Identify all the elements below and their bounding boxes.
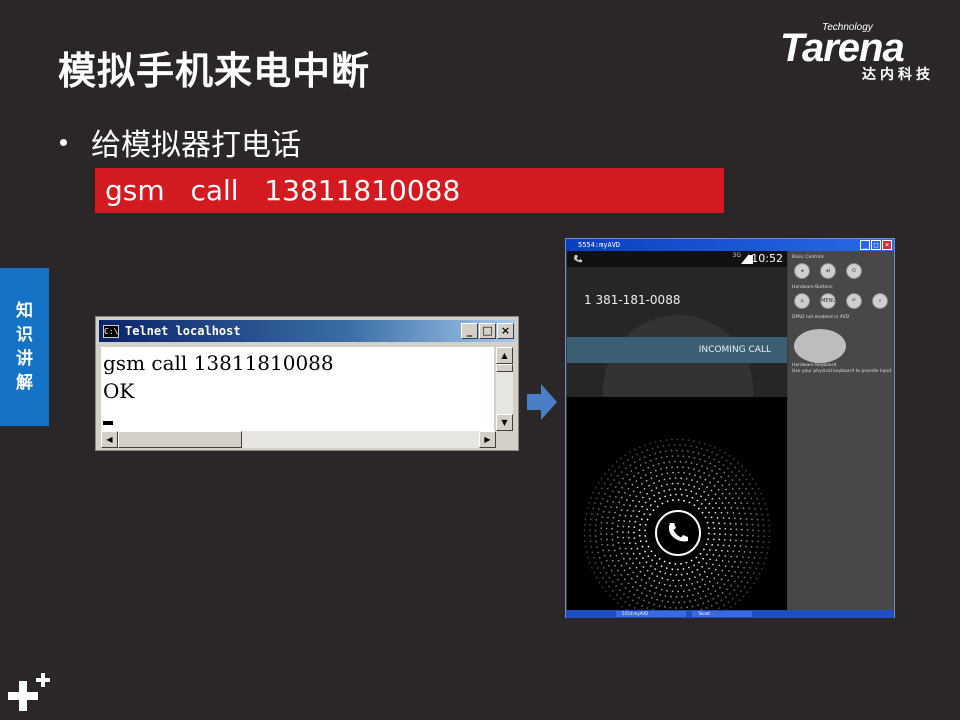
horizontal-scrollbar[interactable]: ◀ ▶ xyxy=(101,431,496,448)
scroll-right-icon[interactable]: ▶ xyxy=(479,431,496,448)
side-tab-char: 解 xyxy=(16,373,33,393)
telnet-window[interactable]: C:\ Telnet localhost _ □ × gsm call 1381… xyxy=(95,316,519,451)
side-tab-char: 识 xyxy=(16,325,33,345)
volume-up-icon[interactable]: ◂) xyxy=(820,263,836,279)
phone-screen[interactable]: 3G 10:52 1 381-181-0088 INCOMING CALL xyxy=(567,251,787,610)
vertical-scroll-thumb[interactable] xyxy=(496,364,513,372)
answer-glow-pattern xyxy=(583,438,771,610)
dpad-control[interactable] xyxy=(794,329,846,363)
answer-call-button[interactable] xyxy=(655,510,701,556)
emulator-title: 5554:myAVD xyxy=(578,241,621,249)
maximize-button[interactable]: □ xyxy=(479,323,496,339)
volume-down-icon[interactable]: ◂ xyxy=(794,263,810,279)
caller-number: 1 381-181-0088 xyxy=(584,293,681,307)
telnet-title-bar[interactable]: C:\ Telnet localhost _ □ × xyxy=(99,320,515,342)
horizontal-scroll-thumb[interactable] xyxy=(118,431,242,448)
home-icon[interactable]: ⌂ xyxy=(794,293,810,309)
bullet-icon xyxy=(60,138,67,146)
side-tab-char: 讲 xyxy=(16,349,33,369)
taskbar-item[interactable]: 5554:myAVD xyxy=(616,611,686,617)
scroll-up-icon[interactable]: ▲ xyxy=(496,347,513,364)
side-tab-char: 知 xyxy=(16,301,33,321)
bullet-item: 给模拟器打电话 xyxy=(58,120,301,164)
phone-call-icon xyxy=(574,255,582,263)
telnet-console[interactable]: gsm call 13811810088 OK xyxy=(101,347,494,431)
incoming-call-banner: INCOMING CALL xyxy=(567,337,787,363)
vertical-scrollbar[interactable]: ▲ ▼ xyxy=(496,347,513,431)
emulator-controls-panel: Basic Controls ◂ ◂) ⏻ Hardware Buttons ⌂… xyxy=(788,251,894,610)
emulator-maximize-button[interactable]: □ xyxy=(871,240,881,250)
back-icon[interactable]: ↶ xyxy=(846,293,862,309)
scroll-left-icon[interactable]: ◀ xyxy=(101,431,118,448)
side-tab-knowledge[interactable]: 知 识 讲 解 xyxy=(0,268,49,426)
status-time: 10:52 xyxy=(751,252,783,265)
tarena-logo: Technology Tarena 达内科技 xyxy=(780,22,950,84)
close-button[interactable]: × xyxy=(497,323,514,339)
answer-phone-icon xyxy=(668,523,688,542)
emulator-title-bar[interactable]: 5554:myAVD _ □ × xyxy=(566,239,894,251)
command-bar: gsm call 13811810088 xyxy=(95,168,724,213)
hardware-buttons-label: Hardware Buttons xyxy=(792,285,833,290)
logo-chinese-text: 达内科技 xyxy=(862,67,934,83)
basic-controls-label: Basic Controls xyxy=(792,255,824,260)
hardware-keyboard-note: Use your physical keyboard to provide in… xyxy=(792,369,892,374)
search-icon[interactable]: ⌕ xyxy=(872,293,888,309)
minimize-button[interactable]: _ xyxy=(461,323,478,339)
status-bar: 3G 10:52 xyxy=(567,251,787,267)
taskbar-item[interactable]: Telnet xyxy=(692,611,752,617)
telnet-title: Telnet localhost xyxy=(125,324,241,338)
taskbar: 5554:myAVD Telnet xyxy=(566,610,894,618)
console-line: OK xyxy=(103,379,135,403)
console-icon: C:\ xyxy=(103,324,119,338)
console-line: gsm call 13811810088 xyxy=(103,351,334,375)
network-type: 3G xyxy=(732,252,741,259)
emulator-minimize-button[interactable]: _ xyxy=(860,240,870,250)
plus-decoration-icon xyxy=(8,673,50,711)
console-cursor xyxy=(103,421,113,425)
menu-button[interactable]: MENU xyxy=(820,293,836,309)
power-icon[interactable]: ⏻ xyxy=(846,263,862,279)
hardware-keyboard-title: Hardware Keyboard xyxy=(792,363,837,368)
dpad-note: DPAD not enabled in AVD xyxy=(792,315,850,320)
emulator-window[interactable]: 5554:myAVD _ □ × 3G 10:52 1 381-181-0088… xyxy=(565,238,895,618)
caller-info: 1 381-181-0088 INCOMING CALL xyxy=(567,267,787,397)
signal-icon xyxy=(741,254,749,264)
bullet-text: 给模拟器打电话 xyxy=(91,128,301,163)
emulator-close-button[interactable]: × xyxy=(882,240,892,250)
scroll-down-icon[interactable]: ▼ xyxy=(496,414,513,431)
slide-title: 模拟手机来电中断 xyxy=(58,49,371,93)
arrow-right-icon xyxy=(527,384,557,420)
